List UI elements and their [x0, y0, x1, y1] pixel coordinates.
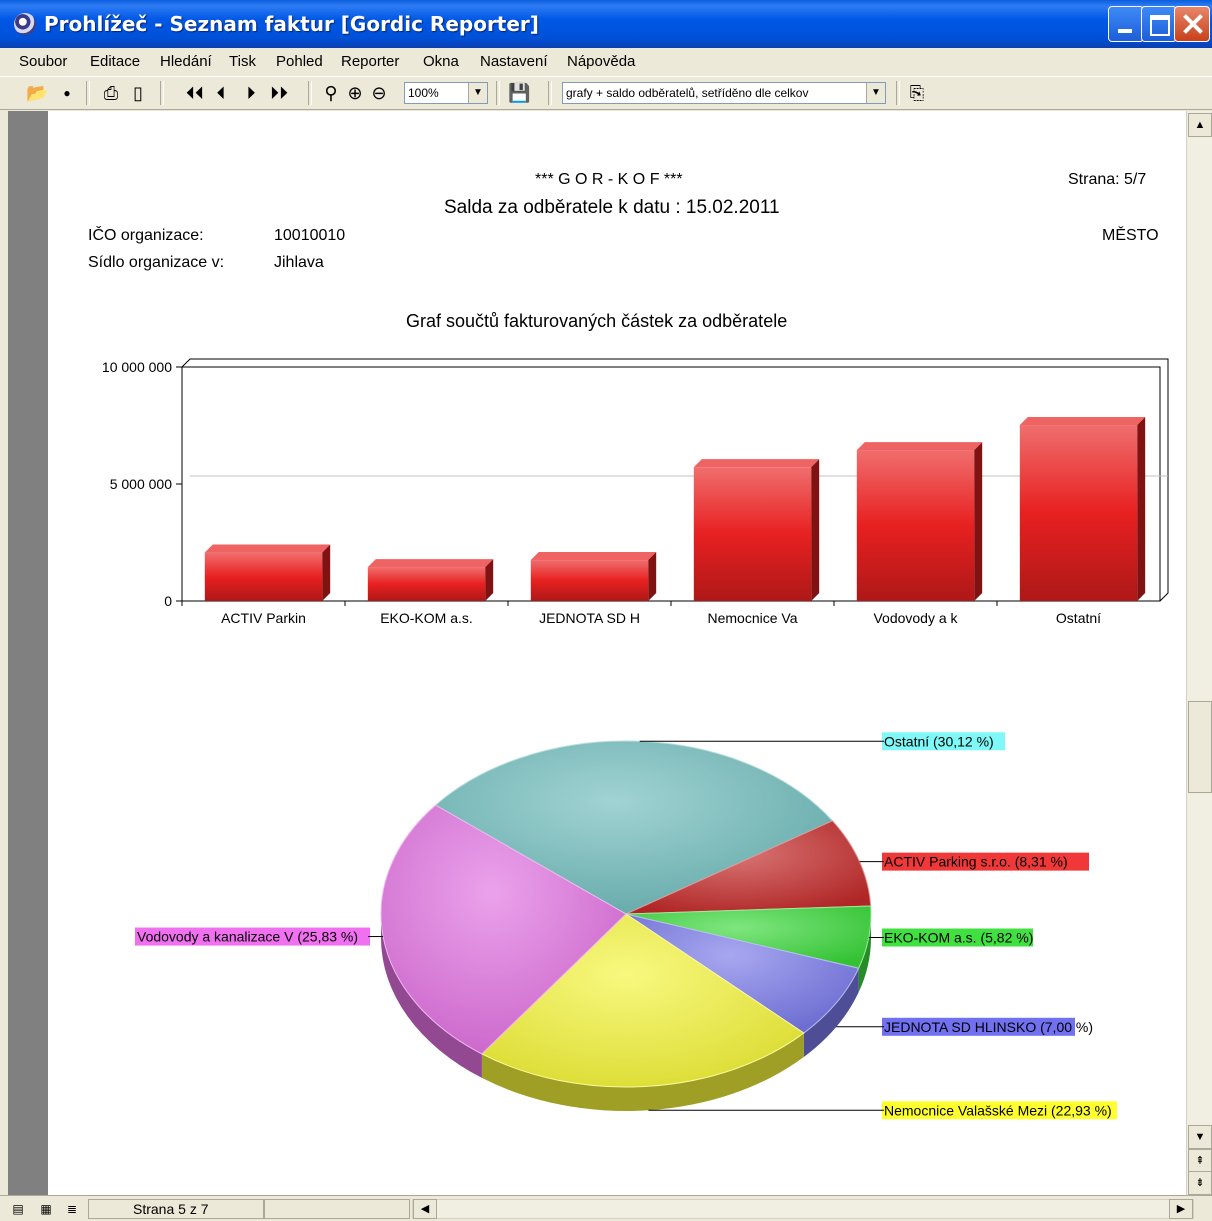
next-page-icon[interactable]: ⏵	[242, 82, 260, 104]
next-page-scroll-icon[interactable]: ⇟	[1188, 1171, 1212, 1195]
vertical-scrollbar[interactable]: ▲ ▼ ⇞ ⇟	[1186, 111, 1212, 1195]
bar-top	[693, 459, 820, 468]
bar-side	[648, 552, 657, 601]
bar	[856, 450, 975, 601]
chevron-down-icon[interactable]: ▼	[866, 83, 885, 103]
bar	[693, 467, 812, 601]
last-page-icon[interactable]: ⏵⏵	[266, 82, 292, 104]
menu-hledani[interactable]: Hledání	[160, 53, 212, 70]
bar-side	[811, 459, 820, 601]
zoom-out-icon[interactable]: ⊖	[368, 82, 390, 104]
bar	[530, 560, 649, 601]
window-title: Prohlížeč - Seznam faktur [Gordic Report…	[44, 12, 539, 36]
pie-slice-label: Nemocnice Valašské Mezi (22,93 %)	[884, 1102, 1112, 1118]
previous-page-icon[interactable]: ⏴	[212, 82, 230, 104]
menu-reporter[interactable]: Reporter	[341, 53, 399, 70]
page-margin	[8, 111, 48, 1195]
page-setup-icon[interactable]: ▯	[128, 82, 148, 104]
maximize-button[interactable]	[1141, 6, 1177, 42]
bar-chart-x-tick-label: JEDNOTA SD H	[539, 610, 640, 626]
zoom-value: 100%	[408, 86, 439, 100]
chevron-down-icon[interactable]: ▼	[468, 83, 487, 103]
zoom-combo[interactable]: 100% ▼	[404, 82, 488, 104]
eye-app-icon	[14, 13, 36, 35]
report-value: grafy + saldo odběratelů, setříděno dle …	[566, 86, 809, 100]
bar-chart-x-tick-label: Nemocnice Va	[707, 610, 797, 626]
status-page-text: Strana 5 z 7	[88, 1199, 264, 1219]
status-empty-pane	[264, 1199, 410, 1219]
previous-page-scroll-icon[interactable]: ⇞	[1188, 1149, 1212, 1173]
bar-chart-x-tick-label: Ostatní	[1056, 610, 1101, 626]
pie-slice-label: EKO-KOM a.s. (5,82 %)	[884, 930, 1033, 946]
bar-top	[856, 442, 983, 451]
dot-icon[interactable]: ●	[58, 82, 76, 104]
menu-editace[interactable]: Editace	[90, 53, 140, 70]
bar	[1019, 425, 1138, 601]
menu-okna[interactable]: Okna	[423, 53, 459, 70]
report-combo[interactable]: grafy + saldo odběratelů, setříděno dle …	[562, 82, 886, 104]
pie-slice-label: JEDNOTA SD HLINSKO (7,00 %)	[884, 1019, 1093, 1035]
bar	[204, 552, 323, 601]
open-folder-icon[interactable]: 📂	[26, 82, 48, 104]
print-icon[interactable]: ⎙	[100, 82, 122, 104]
bar-top	[1019, 417, 1146, 426]
status-bar: ▤ ▦ ≣ Strana 5 z 7 ◀ ▶	[0, 1195, 1212, 1221]
menu-bar: Soubor Editace Hledání Tisk Pohled Repor…	[0, 48, 1212, 76]
toolbar: 📂 ● ⎙ ▯ ⏴⏴ ⏴ ⏵ ⏵⏵ ⚲ ⊕ ⊖ 100% ▼ 💾 grafy +…	[0, 76, 1212, 110]
scroll-up-icon[interactable]: ▲	[1188, 113, 1212, 137]
menu-napoveda[interactable]: Nápověda	[567, 53, 635, 70]
bar-chart-y-tick-label: 5 000 000	[110, 476, 172, 492]
menu-tisk[interactable]: Tisk	[229, 53, 256, 70]
bar-top	[367, 559, 494, 568]
charts-canvas: 0 5 000 000 10 000 000 ACTIV Parkin EKO-KOM …	[102, 358, 1169, 1120]
bar-side	[974, 442, 983, 601]
bar-chart-y-tick-label: 0	[164, 593, 172, 609]
title-bar: Prohlížeč - Seznam faktur [Gordic Report…	[0, 0, 1212, 48]
pie-slice-label: ACTIV Parking s.r.o. (8,31 %)	[884, 854, 1068, 870]
scroll-right-icon[interactable]: ▶	[1169, 1199, 1193, 1219]
bar-chart-x-tick-label: EKO-KOM a.s.	[380, 610, 473, 626]
continuous-view-icon[interactable]: ≣	[64, 1201, 80, 1217]
bar-chart-x-tick-label: ACTIV Parkin	[221, 610, 306, 626]
bar-top	[204, 544, 331, 553]
bar	[367, 567, 486, 601]
minimize-button[interactable]	[1108, 6, 1144, 42]
zoom-in-icon[interactable]: ⊕	[344, 82, 366, 104]
scroll-left-icon[interactable]: ◀	[413, 1199, 437, 1219]
horizontal-scrollbar[interactable]: ◀ ▶	[412, 1199, 1194, 1219]
bar-chart-x-tick-label: Vodovody a k	[873, 610, 958, 626]
report-page: *** G O R - K O F *** Strana: 5/7 Salda …	[48, 111, 1186, 1195]
scroll-down-icon[interactable]: ▼	[1188, 1125, 1212, 1149]
first-page-icon[interactable]: ⏴⏴	[182, 82, 208, 104]
close-button[interactable]	[1174, 6, 1210, 42]
menu-soubor[interactable]: Soubor	[19, 53, 67, 70]
menu-pohled[interactable]: Pohled	[276, 53, 323, 70]
bar-chart-y-tick-label: 10 000 000	[102, 359, 172, 375]
save-icon[interactable]: 💾	[508, 82, 530, 104]
bar-side	[322, 544, 331, 601]
menu-nastaveni[interactable]: Nastavení	[480, 53, 548, 70]
zoom-icon[interactable]: ⚲	[320, 82, 342, 104]
pie-slice-label: Ostatní (30,12 %)	[884, 733, 994, 749]
pie-slice-label: Vodovody a kanalizace V (25,83 %)	[137, 929, 358, 945]
vertical-scroll-thumb[interactable]	[1188, 701, 1212, 793]
bar-side	[1137, 417, 1146, 601]
single-page-view-icon[interactable]: ▤	[10, 1201, 26, 1217]
multi-page-view-icon[interactable]: ▦	[38, 1201, 54, 1217]
export-icon[interactable]: ⎘	[906, 82, 928, 104]
bar-top	[530, 552, 657, 561]
